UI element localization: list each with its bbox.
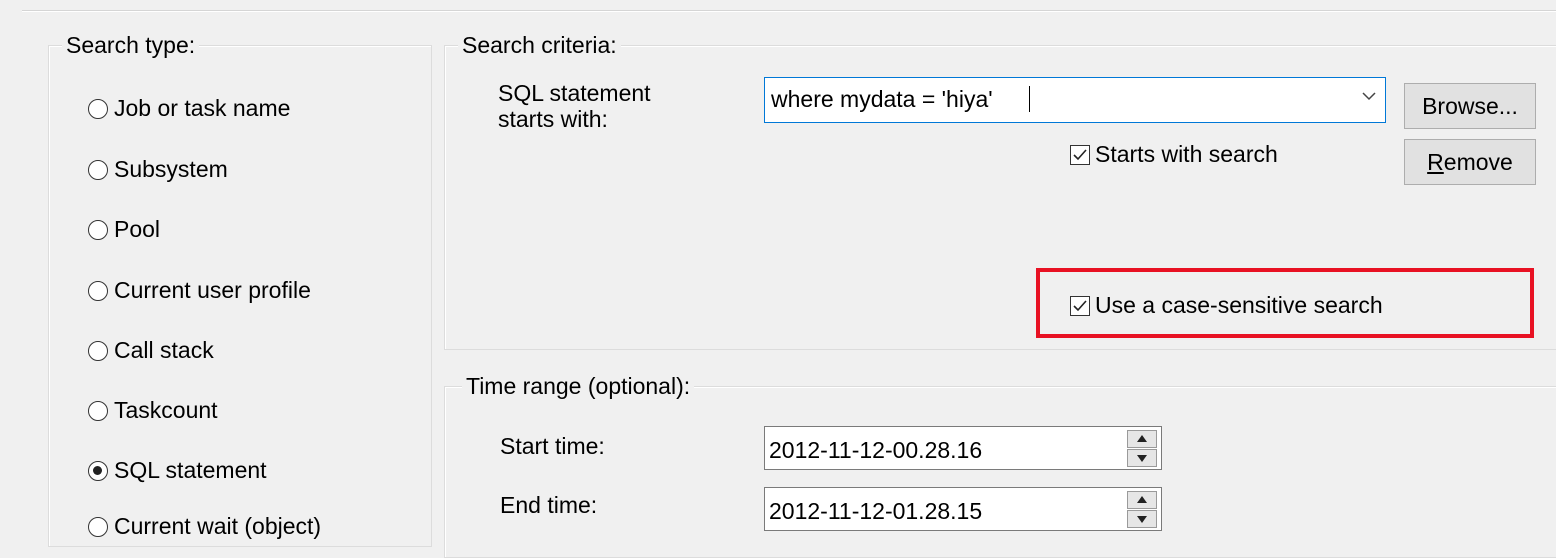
radio-call-stack[interactable]: Call stack [88, 337, 214, 364]
radio-current-wait-object[interactable]: Current wait (object) [88, 513, 321, 540]
starts-with-search-checkbox[interactable]: Starts with search [1070, 141, 1278, 168]
top-divider [22, 10, 1556, 12]
spin-down-button[interactable] [1127, 449, 1157, 467]
text-caret [1029, 86, 1030, 112]
arrow-down-icon [1137, 516, 1147, 523]
end-time-label: End time: [500, 492, 598, 518]
radio-label: Subsystem [114, 156, 228, 182]
spin-up-button[interactable] [1127, 491, 1157, 509]
browse-button[interactable]: Browse... [1404, 83, 1536, 129]
time-range-group [444, 386, 1556, 558]
arrow-up-icon [1137, 496, 1147, 503]
search-type-legend: Search type: [62, 32, 200, 58]
arrow-down-icon [1137, 455, 1147, 462]
browse-button-label: Browse... [1422, 92, 1518, 119]
radio-label: Current user profile [114, 277, 311, 303]
chevron-down-icon[interactable] [1361, 88, 1377, 104]
sql-statement-value[interactable]: where mydata = 'hiya' [771, 86, 993, 113]
sql-statement-combobox[interactable]: where mydata = 'hiya' [764, 77, 1386, 123]
radio-current-user-profile[interactable]: Current user profile [88, 277, 311, 304]
radio-label: Taskcount [114, 397, 218, 423]
remove-button-label: Remove [1427, 148, 1513, 175]
radio-label: Current wait (object) [114, 513, 322, 539]
remove-button[interactable]: Remove [1404, 139, 1536, 185]
spin-down-button[interactable] [1127, 510, 1157, 528]
radio-circle-icon [88, 280, 108, 301]
sql-statement-label-line1: SQL statement [498, 80, 651, 106]
radio-label: Job or task name [114, 95, 291, 121]
highlight-annotation-box [1036, 268, 1534, 338]
radio-circle-icon [88, 340, 108, 361]
radio-pool[interactable]: Pool [88, 216, 160, 243]
radio-subsystem[interactable]: Subsystem [88, 156, 228, 183]
arrow-up-icon [1137, 435, 1147, 442]
time-range-legend: Time range (optional): [462, 373, 695, 399]
radio-label: Pool [114, 216, 161, 242]
end-time-value[interactable]: 2012-11-12-01.28.15 [769, 498, 982, 525]
radio-circle-icon [88, 219, 108, 240]
start-time-spinner[interactable]: 2012-11-12-00.28.16 [764, 426, 1162, 470]
radio-sql-statement[interactable]: SQL statement [88, 457, 267, 484]
radio-taskcount[interactable]: Taskcount [88, 397, 218, 424]
end-time-spinner[interactable]: 2012-11-12-01.28.15 [764, 487, 1162, 531]
search-criteria-legend: Search criteria: [458, 32, 621, 58]
radio-circle-icon [88, 400, 108, 421]
radio-label: SQL statement [114, 457, 267, 483]
spin-up-button[interactable] [1127, 430, 1157, 448]
checkbox-label: Starts with search [1095, 141, 1278, 167]
radio-label: Call stack [114, 337, 214, 363]
sql-statement-label-line2: starts with: [498, 106, 608, 132]
radio-circle-icon [88, 516, 108, 537]
checkbox-checked-icon [1070, 144, 1090, 165]
radio-circle-icon [88, 98, 108, 119]
start-time-label: Start time: [500, 433, 605, 459]
radio-selected-icon [88, 460, 108, 481]
radio-circle-icon [88, 159, 108, 180]
radio-job-or-task-name[interactable]: Job or task name [88, 95, 290, 122]
start-time-value[interactable]: 2012-11-12-00.28.16 [769, 437, 982, 464]
